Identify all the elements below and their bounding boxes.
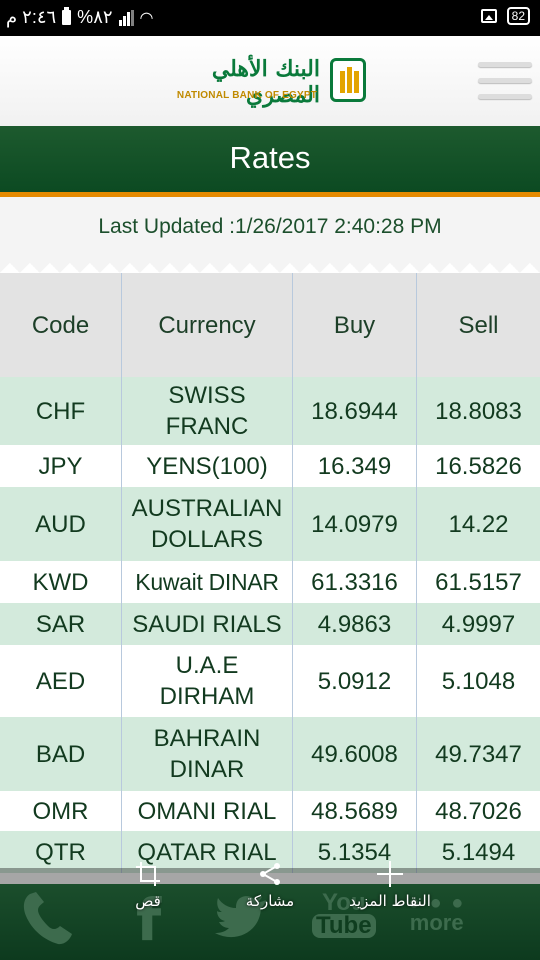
cell-code: BAD: [0, 717, 122, 791]
phone-icon[interactable]: [20, 890, 74, 946]
share-button[interactable]: مشاركة: [235, 856, 305, 910]
cell-sell: 49.7347: [435, 740, 522, 768]
last-updated-panel: Last Updated :1/26/2017 2:40:28 PM: [0, 197, 540, 265]
signal-icon: [118, 9, 134, 26]
app-header: البنك الأهلي المصري NATIONAL BANK OF EGY…: [0, 36, 540, 126]
share-label: مشاركة: [245, 892, 295, 910]
table-row: KWD Kuwait DINAR 61.3316 61.5157: [0, 561, 540, 603]
more-points-label: النقاط المزيد: [349, 892, 431, 910]
cell-sell: 4.9997: [441, 610, 516, 638]
zigzag-divider: [0, 263, 540, 273]
more-points-button[interactable]: النقاط المزيد: [340, 856, 440, 910]
cell-code: AUD: [0, 487, 122, 561]
bank-logo[interactable]: البنك الأهلي المصري NATIONAL BANK OF EGY…: [170, 56, 370, 108]
cell-currency: U.A.E DIRHAM: [122, 645, 293, 717]
cell-code: AED: [0, 645, 122, 717]
title-band: Rates: [0, 126, 540, 192]
cell-code: OMR: [0, 791, 122, 831]
cell-currency: AUSTRALIAN DOLLARS: [122, 487, 293, 561]
cell-sell: 61.5157: [435, 568, 522, 596]
crop-label: قص: [135, 892, 161, 910]
battery-icon: [62, 7, 72, 25]
cell-sell: 14.22: [448, 510, 509, 538]
last-updated-text: Last Updated :1/26/2017 2:40:28 PM: [98, 215, 442, 238]
logo-mark-icon: [330, 58, 366, 102]
cell-buy: 4.9863: [293, 603, 417, 645]
cell-currency: YENS(100): [122, 445, 293, 487]
page-title: Rates: [229, 140, 311, 175]
more-label: more: [409, 910, 464, 935]
share-icon: [235, 856, 305, 892]
image-notification-icon: [480, 9, 497, 23]
cell-code: JPY: [0, 445, 122, 487]
battery-percent: %٨٢: [77, 7, 113, 27]
header-code: Code: [0, 273, 122, 377]
rates-table: Code Currency Buy Sell CHF SWISS FRANC 1…: [0, 273, 540, 873]
hamburger-menu-icon[interactable]: [478, 60, 532, 104]
table-row: CHF SWISS FRANC 18.6944 18.8083: [0, 377, 540, 445]
cell-code: KWD: [0, 561, 122, 603]
clock: ٢:٤٦ م: [6, 7, 57, 27]
cell-currency: SAUDI RIALS: [122, 603, 293, 645]
cell-sell: 18.8083: [435, 397, 522, 425]
cell-currency: Kuwait DINAR: [122, 561, 293, 603]
header-sell: Sell: [458, 311, 499, 339]
status-bar: ٢:٤٦ م %٨٢ ◠ 82: [0, 0, 540, 36]
header-currency: Currency: [122, 273, 293, 377]
cell-currency: OMANI RIAL: [122, 791, 293, 831]
cell-code: SAR: [0, 603, 122, 645]
table-row: OMR OMANI RIAL 48.5689 48.7026: [0, 791, 540, 831]
table-header: Code Currency Buy Sell: [0, 273, 540, 377]
cell-buy: 18.6944: [293, 377, 417, 445]
table-row: JPY YENS(100) 16.349 16.5826: [0, 445, 540, 487]
header-buy: Buy: [293, 273, 417, 377]
cell-sell: 16.5826: [435, 452, 522, 480]
status-left: ٢:٤٦ م %٨٢ ◠: [6, 7, 154, 28]
crop-button[interactable]: قص: [118, 856, 178, 910]
cell-sell: 48.7026: [435, 797, 522, 825]
cell-buy: 48.5689: [293, 791, 417, 831]
cell-buy: 16.349: [293, 445, 417, 487]
cell-buy: 5.0912: [293, 645, 417, 717]
logo-english-text: NATIONAL BANK OF EGYPT: [176, 90, 318, 101]
table-row: AED U.A.E DIRHAM 5.0912 5.1048: [0, 645, 540, 717]
cell-sell: 5.1048: [441, 667, 516, 695]
table-row: BAD BAHRAIN DINAR 49.6008 49.7347: [0, 717, 540, 791]
status-right: 82: [480, 7, 530, 25]
wifi-icon: ◠: [139, 9, 154, 27]
battery-badge: 82: [506, 7, 530, 25]
table-row: SAR SAUDI RIALS 4.9863 4.9997: [0, 603, 540, 645]
cell-code: QTR: [0, 831, 122, 873]
cell-buy: 14.0979: [293, 487, 417, 561]
youtube-bottom-text: Tube: [312, 914, 376, 938]
cell-currency: SWISS FRANC: [122, 377, 293, 445]
cell-code: CHF: [0, 377, 122, 445]
cell-buy: 49.6008: [293, 717, 417, 791]
cell-currency: BAHRAIN DINAR: [122, 717, 293, 791]
table-row: AUD AUSTRALIAN DOLLARS 14.0979 14.22: [0, 487, 540, 561]
cell-buy: 61.3316: [293, 561, 417, 603]
crop-icon: [118, 856, 178, 892]
plus-icon: [340, 856, 440, 892]
